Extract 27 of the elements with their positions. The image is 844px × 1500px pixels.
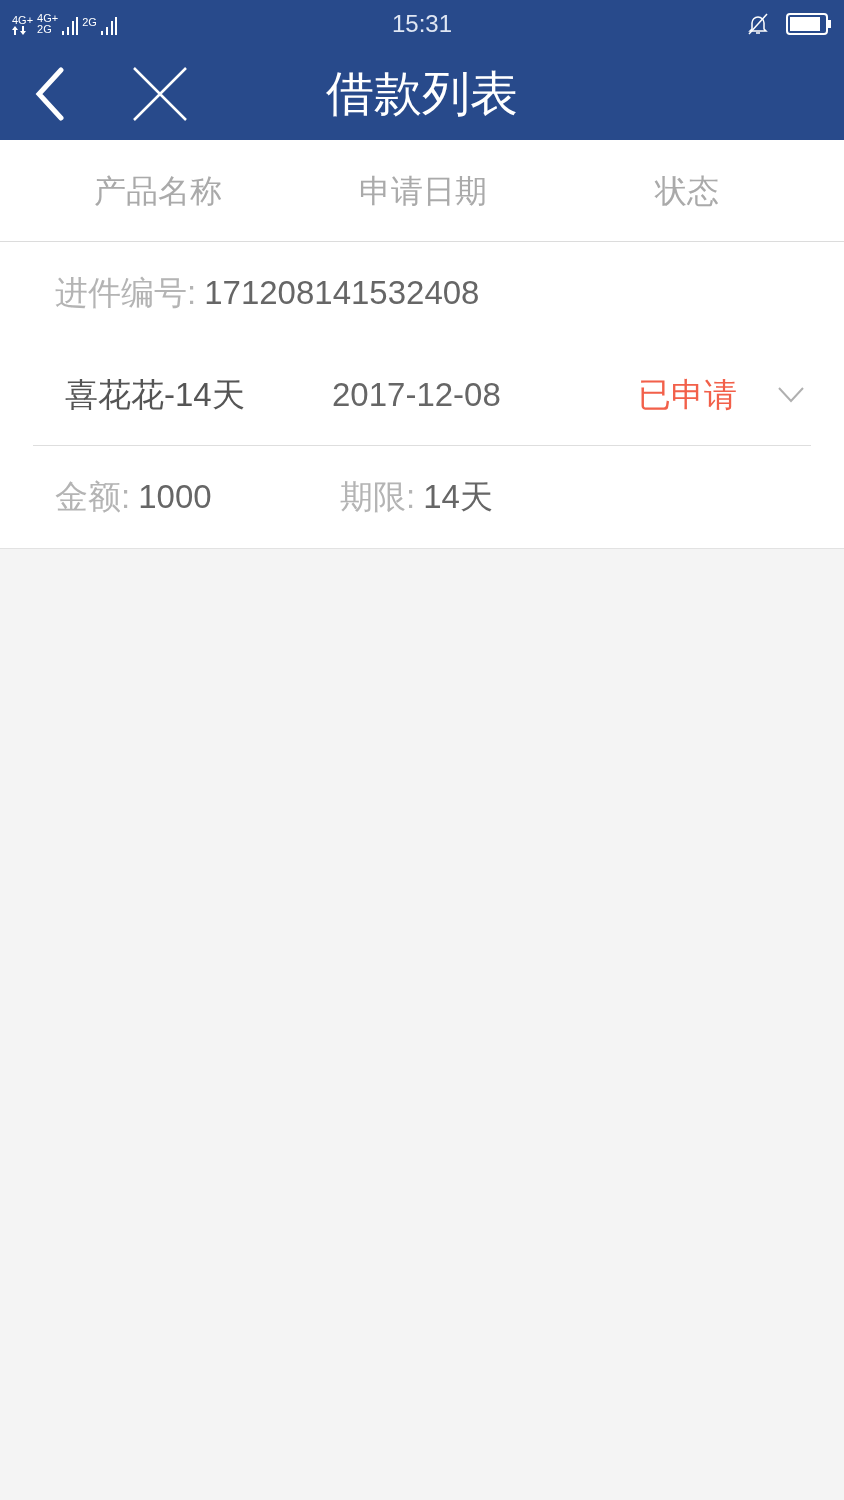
network-label: 2G xyxy=(82,17,97,28)
status-text: 已申请 xyxy=(638,374,738,415)
back-icon xyxy=(35,67,65,121)
network-label: 2G xyxy=(37,24,53,35)
page-title: 借款列表 xyxy=(326,66,518,122)
data-arrows-icon xyxy=(12,26,26,35)
battery-icon xyxy=(786,13,832,35)
close-button[interactable] xyxy=(132,66,188,122)
loan-amount: 1000 xyxy=(138,477,212,518)
signal-icon xyxy=(62,15,79,35)
column-header: 产品名称 xyxy=(93,171,223,211)
chevron-down-icon xyxy=(778,386,804,403)
field-label: 金额: xyxy=(55,477,131,518)
application-number: 171208141532408 xyxy=(204,273,480,314)
signal-icon xyxy=(100,15,117,35)
product-name: 喜花花-14天 xyxy=(65,374,246,415)
column-header: 状态 xyxy=(653,171,720,211)
network-label: 4G+ xyxy=(12,15,34,26)
field-label: 期限: xyxy=(340,477,416,518)
clock-time: 15:31 xyxy=(390,9,454,39)
column-header: 申请日期 xyxy=(358,171,488,211)
muted-bell-icon xyxy=(746,12,770,36)
loan-term: 14天 xyxy=(423,477,493,518)
application-date: 2017-12-08 xyxy=(332,374,502,415)
field-label: 进件编号: xyxy=(55,273,197,314)
close-icon xyxy=(133,67,187,121)
network-label: 4G+ xyxy=(37,13,59,24)
